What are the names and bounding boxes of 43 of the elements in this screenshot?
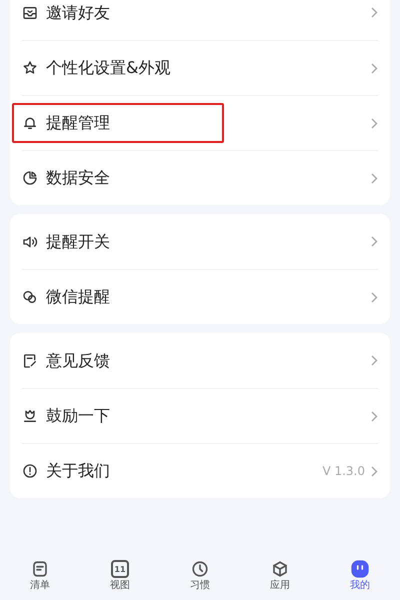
menu-item[interactable]: 鼓励一下 (22, 396, 110, 436)
flower-icon (22, 408, 38, 424)
menu-item[interactable]: 个性化设置&外观 (22, 48, 170, 88)
version-text: V 1.3.0 (322, 463, 365, 480)
menu-item[interactable]: 邀请好友 (22, 0, 110, 32)
menu-item[interactable]: 数据安全 (22, 158, 110, 198)
menu-item[interactable]: 微信提醒 (22, 277, 110, 317)
calendar-icon: 11 (111, 560, 129, 578)
menu-label: 微信提醒 (46, 286, 110, 308)
chevron-icon (371, 172, 378, 184)
menu-label: 邀请好友 (46, 2, 110, 24)
speaker-icon (22, 234, 38, 250)
nav-tab[interactable]: 11 视图 (90, 560, 150, 592)
chevron-icon (371, 292, 378, 302)
chevron-icon (371, 7, 378, 18)
chevron-icon (371, 118, 378, 128)
info-icon (22, 463, 38, 479)
chat-icon (22, 289, 38, 305)
menu-item[interactable]: 提醒开关 (22, 222, 110, 262)
chevron-icon (371, 236, 378, 247)
chevron-icon (371, 62, 378, 74)
menu-label: 意见反馈 (46, 350, 110, 372)
bell-icon (22, 115, 38, 131)
chevron-icon (371, 410, 378, 422)
menu-label: 个性化设置&外观 (46, 57, 170, 79)
nav-tab[interactable]: 应用 (250, 560, 310, 592)
inbox-icon (22, 4, 38, 20)
menu-label: 提醒管理 (46, 112, 110, 134)
menu-item[interactable]: 关于我们 (22, 451, 110, 491)
nav-tab[interactable]: 清单 (10, 560, 70, 592)
nav-tab[interactable]: 我的 (330, 560, 390, 592)
menu-label: 鼓励一下 (46, 405, 110, 427)
menu-label: 提醒开关 (46, 230, 110, 252)
pie-chart-icon (22, 170, 38, 186)
chevron-icon (371, 355, 378, 366)
edit-icon (22, 352, 38, 368)
chevron-icon (371, 466, 378, 476)
menu-label: 关于我们 (46, 460, 110, 482)
menu-label: 数据安全 (46, 167, 110, 189)
star-icon (22, 60, 38, 76)
menu-item[interactable]: 提醒管理 (12, 103, 224, 143)
nav-tab[interactable]: 习惯 (170, 560, 230, 592)
menu-item[interactable]: 意见反馈 (22, 340, 110, 380)
